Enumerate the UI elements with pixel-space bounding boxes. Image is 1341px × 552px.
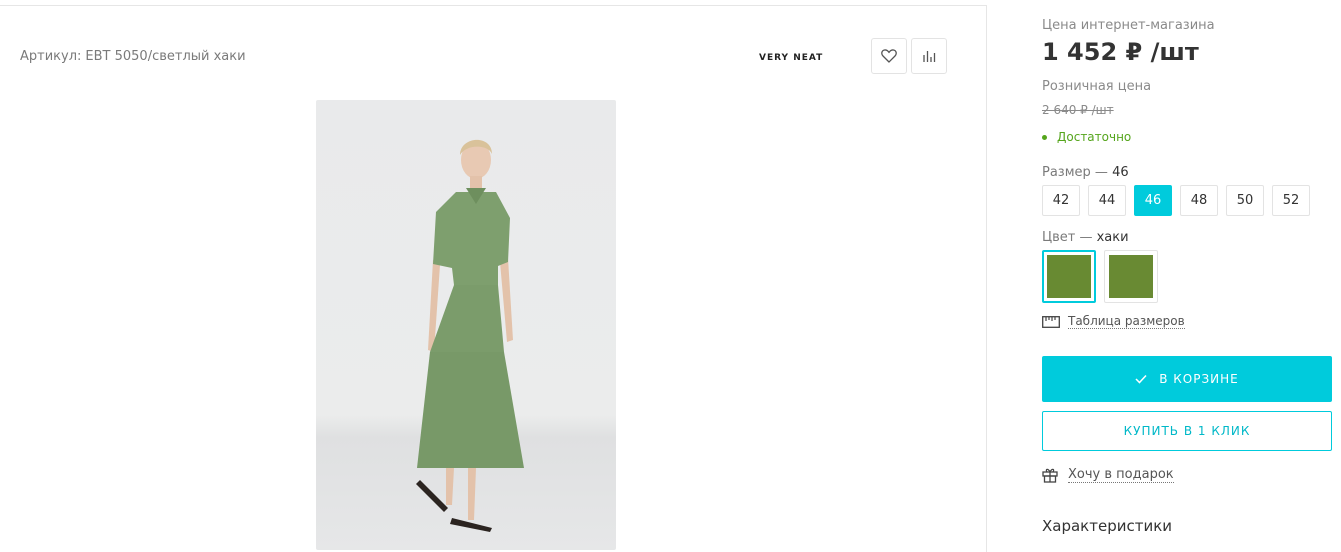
heart-icon <box>881 49 897 63</box>
specs-heading[interactable]: Характеристики <box>1042 517 1172 535</box>
size-table-link[interactable]: Таблица размеров <box>1042 314 1185 329</box>
product-gallery-panel: Артикул: EBT 5050/светлый хаки VERY NEAT <box>0 5 987 552</box>
check-icon <box>1135 374 1147 384</box>
size-option-48[interactable]: 48 <box>1180 185 1218 216</box>
product-photo[interactable] <box>316 100 616 550</box>
size-option-52[interactable]: 52 <box>1272 185 1310 216</box>
in-cart-label: В КОРЗИНЕ <box>1159 372 1239 386</box>
color-swatch-1[interactable] <box>1042 250 1096 303</box>
size-label: Размер — 46 <box>1042 165 1129 180</box>
favorite-button[interactable] <box>871 38 907 74</box>
color-label-text: Цвет — <box>1042 230 1093 245</box>
stock-dot-icon <box>1042 134 1047 140</box>
size-option-42[interactable]: 42 <box>1042 185 1080 216</box>
size-option-44[interactable]: 44 <box>1088 185 1126 216</box>
stock-status: Достаточно <box>1042 130 1131 144</box>
online-price: 1 452 ₽ /шт <box>1042 38 1199 66</box>
dress-model-illustration <box>416 139 524 532</box>
size-option-50[interactable]: 50 <box>1226 185 1264 216</box>
color-selected-value: хаки <box>1096 230 1129 245</box>
ruler-icon <box>1042 315 1060 328</box>
color-label: Цвет — хаки <box>1042 230 1129 245</box>
retail-price: 2 640 ₽ /шт <box>1042 103 1114 117</box>
stock-text: Достаточно <box>1057 130 1132 144</box>
article-value: EBT 5050/светлый хаки <box>85 49 246 64</box>
article-label: Артикул: <box>20 49 82 64</box>
online-price-label: Цена интернет-магазина <box>1042 18 1215 33</box>
bar-chart-icon <box>923 51 936 62</box>
color-swatch-fill <box>1047 255 1091 298</box>
size-option-46[interactable]: 46 <box>1134 185 1172 216</box>
size-table-text: Таблица размеров <box>1068 314 1185 329</box>
size-selected-value: 46 <box>1112 165 1129 180</box>
retail-price-label: Розничная цена <box>1042 79 1152 94</box>
compare-button[interactable] <box>911 38 947 74</box>
gift-wish-text: Хочу в подарок <box>1068 467 1174 483</box>
in-cart-button[interactable]: В КОРЗИНЕ <box>1042 356 1332 402</box>
brand-logo[interactable]: VERY NEAT <box>759 53 823 63</box>
buy-one-click-button[interactable]: КУПИТЬ В 1 КЛИК <box>1042 411 1332 451</box>
article-number: Артикул: EBT 5050/светлый хаки <box>20 49 246 64</box>
color-selector <box>1042 250 1158 303</box>
color-swatch-fill <box>1109 255 1153 298</box>
gift-wish-link[interactable]: Хочу в подарок <box>1042 467 1174 483</box>
size-selector: 42 44 46 48 50 52 <box>1042 185 1310 216</box>
size-label-text: Размер — <box>1042 165 1108 180</box>
gift-icon <box>1042 468 1058 483</box>
color-swatch-2[interactable] <box>1104 250 1158 303</box>
